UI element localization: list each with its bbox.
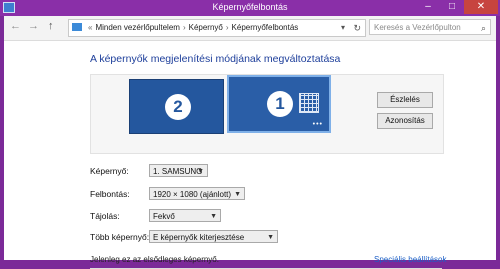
display-arrangement-panel: 2 1 ••• Észlelés Azonosítás <box>90 74 444 154</box>
search-icon[interactable]: ⌕ <box>481 20 486 36</box>
monitor-1[interactable]: 1 ••• <box>227 75 331 133</box>
breadcrumb-item[interactable]: Minden vezérlőpultelem <box>95 23 180 32</box>
monitor-number: 2 <box>165 94 191 120</box>
resolution-label: Felbontás: <box>90 189 130 199</box>
detect-button[interactable]: Észlelés <box>377 92 433 108</box>
monitor-number: 1 <box>267 91 293 117</box>
address-dropdown-icon[interactable]: ▾ <box>341 20 345 36</box>
search-input[interactable]: Keresés a Vezérlőpulton ⌕ <box>369 19 491 35</box>
breadcrumb-item[interactable]: Képernyő <box>189 23 223 32</box>
chevron-down-icon: ▼ <box>234 191 241 198</box>
resolution-select[interactable]: 1920 × 1080 (ajánlott) ▼ <box>149 187 245 200</box>
more-dots-icon: ••• <box>312 121 323 128</box>
chevron-down-icon: ▼ <box>210 213 217 220</box>
multiple-displays-select[interactable]: E képernyők kiterjesztése ▼ <box>149 230 278 243</box>
orientation-label: Tájolás: <box>90 211 120 221</box>
multiple-displays-label: Több képernyő: <box>90 232 150 242</box>
window-content: ← → ↑ «Minden vezérlőpultelem › Képernyő › K… <box>4 16 496 269</box>
breadcrumb-item[interactable]: Képernyőfelbontás <box>232 23 299 32</box>
control-panel-icon <box>72 23 82 31</box>
up-button[interactable]: ↑ <box>48 20 54 32</box>
minimize-button[interactable]: – <box>416 0 440 14</box>
breadcrumb-chevron-icon: › <box>182 23 186 32</box>
back-button[interactable]: ← <box>10 20 21 32</box>
search-placeholder: Keresés a Vezérlőpulton <box>374 23 461 32</box>
multiple-displays-select-value: E képernyők kiterjesztése <box>153 233 245 242</box>
breadcrumb-separator-icon: « <box>88 23 93 32</box>
close-button[interactable]: ✕ <box>464 0 498 14</box>
display-select-value: 1. SAMSUNG <box>153 167 203 176</box>
chevron-down-icon: ▼ <box>197 168 204 175</box>
page-title: A képernyők megjelenítési módjának megvá… <box>90 53 341 65</box>
refresh-icon[interactable]: ↻ <box>353 20 361 36</box>
navigation-bar: ← → ↑ «Minden vezérlőpultelem › Képernyő › K… <box>4 16 496 41</box>
orientation-select[interactable]: Fekvő ▼ <box>149 209 221 222</box>
chevron-down-icon: ▼ <box>267 234 274 241</box>
display-select[interactable]: 1. SAMSUNG ▼ <box>149 164 208 177</box>
title-bar: Képernyőfelbontás – □ ✕ <box>0 0 500 16</box>
start-grid-icon <box>299 93 319 113</box>
monitor-2[interactable]: 2 <box>129 79 224 134</box>
forward-button[interactable]: → <box>28 20 39 32</box>
breadcrumb-chevron-icon: › <box>225 23 229 32</box>
resolution-select-value: 1920 × 1080 (ajánlott) <box>153 190 232 199</box>
display-label: Képernyő: <box>90 166 129 176</box>
identify-button[interactable]: Azonosítás <box>377 113 433 129</box>
orientation-select-value: Fekvő <box>153 212 175 221</box>
maximize-button[interactable]: □ <box>440 0 464 14</box>
address-bar[interactable]: «Minden vezérlőpultelem › Képernyő › Képerny… <box>68 19 366 37</box>
